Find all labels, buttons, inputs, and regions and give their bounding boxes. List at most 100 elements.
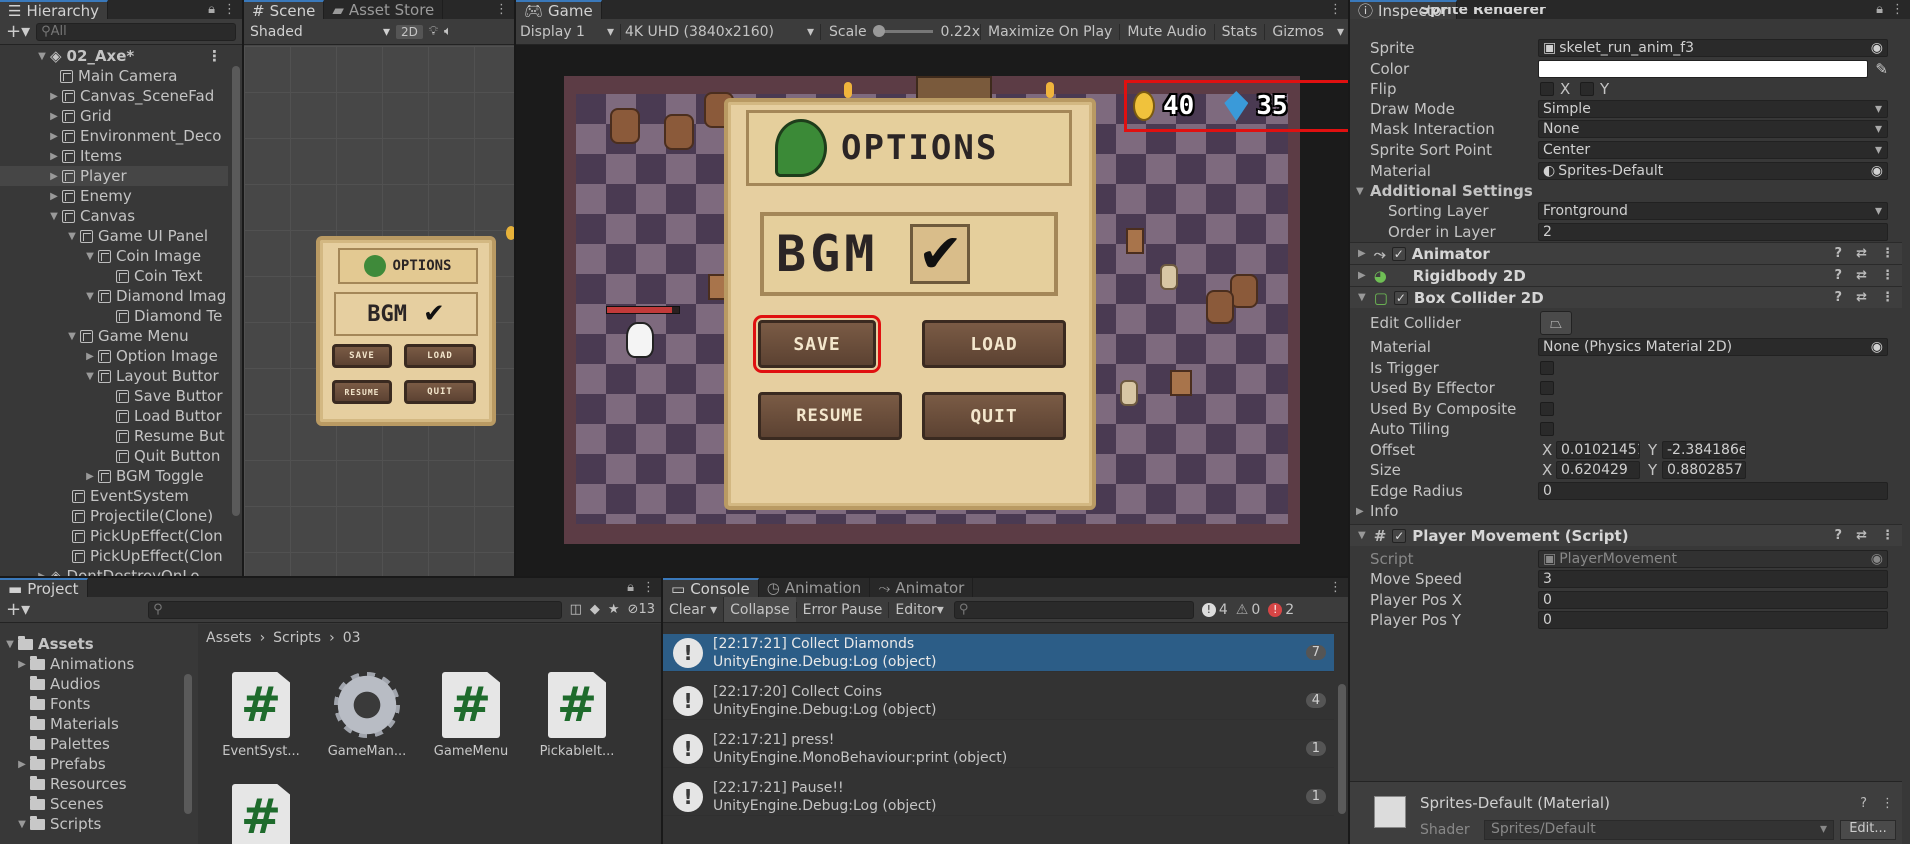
box-collider-enabled-checkbox[interactable]: ✓ (1393, 290, 1408, 305)
editor-dropdown[interactable]: Editor▾ (888, 601, 949, 618)
asset-item[interactable]: # EventSyst... (216, 672, 306, 759)
collapse-toggle[interactable]: Collapse (723, 597, 796, 622)
checkbox[interactable]: ✔ (910, 224, 971, 284)
scale-slider-thumb[interactable] (872, 25, 885, 37)
info-foldout[interactable]: ▶ Info (1350, 501, 1902, 521)
scene-options-panel[interactable]: OPTIONS BGM ✔ SAVE LOAD RESUME QUIT (316, 236, 496, 426)
hierarchy-item[interactable]: PickUpEffect(Clon (0, 526, 228, 546)
quit-button[interactable]: QUIT (922, 392, 1066, 440)
log-entry-selected[interactable]: ! [22:17:21] Collect Diamonds UnityEngine… (663, 634, 1334, 672)
chevron-right-icon[interactable]: ▶ (48, 91, 60, 102)
chevron-right-icon[interactable]: ▶ (84, 471, 96, 482)
save-button[interactable]: SAVE (753, 315, 881, 373)
console-scrollbar[interactable] (1338, 684, 1346, 814)
player-pos-y-input[interactable]: 0 (1538, 611, 1888, 629)
breadcrumb-item[interactable]: Scripts (273, 630, 321, 646)
asset-item[interactable]: GameMan... (322, 672, 412, 759)
used-by-composite-checkbox[interactable] (1540, 402, 1554, 416)
kebab-menu-icon[interactable]: ⋮ (1881, 246, 1894, 261)
player-pos-x-input[interactable]: 0 (1538, 591, 1888, 609)
hierarchy-item[interactable]: ▼ Game Menu (0, 326, 228, 346)
tab-asset-store[interactable]: ▰ Asset Store (324, 0, 444, 19)
chevron-down-icon[interactable]: ▼ (16, 819, 28, 830)
chevron-right-icon[interactable]: ▶ (48, 151, 60, 162)
folder-item[interactable]: ▼ Scripts (0, 814, 196, 834)
animator-header[interactable]: ▶ ⤳ ✓ Animator ? ⇄ ⋮ (1350, 242, 1902, 264)
scene-root[interactable]: ▼ ◈ 02_Axe* ⋮ (0, 46, 228, 66)
log-filter[interactable]: ! 4 (1201, 602, 1228, 618)
tab-console[interactable]: ▭ Console (663, 578, 759, 598)
audio-icon[interactable]: 🔈︎ (444, 24, 452, 39)
error-filter[interactable]: ! 2 (1268, 602, 1294, 618)
asset-item[interactable]: # (216, 784, 306, 844)
gizmos-toggle[interactable]: Gizmos (1264, 23, 1331, 40)
tab-project[interactable]: ▬ Project (0, 578, 88, 598)
hierarchy-item-selected[interactable]: ▶ Player (0, 166, 228, 186)
shader-edit-button[interactable]: Edit... (1840, 820, 1896, 840)
edit-collider-button[interactable]: ⏢ (1540, 311, 1572, 335)
chevron-down-icon[interactable]: ▼ (66, 231, 78, 242)
chevron-down-icon[interactable]: ▼ (84, 291, 96, 302)
display-dropdown[interactable]: Display 1 ▾ (520, 24, 620, 40)
log-entry[interactable]: ! [22:17:20] Collect Coins UnityEngine.De… (663, 682, 1334, 720)
lock-icon[interactable]: 🔒︎ (627, 580, 634, 595)
preset-icon[interactable]: ⇄ (1856, 246, 1867, 261)
kebab-menu-icon[interactable]: ⋮ (1329, 2, 1342, 17)
object-picker-icon[interactable]: ◉ (1871, 163, 1883, 179)
help-icon[interactable]: ? (1835, 246, 1843, 261)
hierarchy-item[interactable]: PickUpEffect(Clon (0, 546, 228, 566)
tab-game[interactable]: 🎮︎ Game (516, 0, 602, 20)
order-in-layer-input[interactable]: 2 (1538, 223, 1888, 241)
chevron-down-icon[interactable]: ▼ (4, 639, 16, 650)
clear-button[interactable]: Clear ▾ (663, 602, 723, 618)
tab-hierarchy[interactable]: ☰ Hierarchy (0, 0, 108, 20)
hierarchy-item[interactable]: EventSystem (0, 486, 228, 506)
add-icon[interactable]: +▾ (6, 21, 30, 42)
offset-x-input[interactable]: 0.01021451 (1556, 441, 1640, 459)
filter-type-icon[interactable]: ◫ (570, 602, 582, 617)
player-movement-enabled-checkbox[interactable]: ✓ (1392, 528, 1407, 543)
hierarchy-item[interactable]: Projectile(Clone) (0, 506, 228, 526)
project-search-input[interactable]: ⚲ (148, 600, 562, 619)
mute-audio-toggle[interactable]: Mute Audio (1119, 23, 1213, 40)
log-entry[interactable]: ! [22:17:21] press! UnityEngine.MonoBehav… (663, 730, 1334, 768)
chevron-right-icon[interactable]: ▶ (36, 571, 48, 577)
chevron-down-icon[interactable]: ▼ (36, 51, 48, 62)
chevron-right-icon[interactable]: ▶ (48, 111, 60, 122)
help-icon[interactable]: ? (1860, 796, 1867, 811)
player-movement-header[interactable]: ▼ # ✓ Player Movement (Script) ? ⇄ ⋮ (1350, 524, 1902, 546)
rigidbody-header[interactable]: ▶ ◕ Rigidbody 2D ? ⇄ ⋮ (1350, 264, 1902, 286)
resume-button[interactable]: RESUME (758, 392, 902, 440)
offset-y-input[interactable]: -2.384186e (1662, 441, 1746, 459)
additional-settings-foldout[interactable]: ▼ Additional Settings (1350, 181, 1902, 201)
help-icon[interactable]: ? (1835, 528, 1843, 543)
chevron-down-icon[interactable]: ▾ (1337, 24, 1344, 40)
label-icon[interactable]: ◆ (590, 602, 600, 617)
hierarchy-item[interactable]: ▶ ◈ DontDestroyOnLo (0, 566, 228, 576)
scale-slider[interactable] (872, 25, 933, 37)
preset-icon[interactable]: ⇄ (1856, 528, 1867, 543)
resolution-dropdown[interactable]: 4K UHD (3840x2160) ▾ (620, 23, 820, 40)
hierarchy-search-input[interactable]: ⚲ All (36, 22, 236, 41)
hierarchy-item[interactable]: ▶ Grid (0, 106, 228, 126)
object-picker-icon[interactable]: ◉ (1871, 339, 1883, 355)
kebab-menu-icon[interactable]: ⋮ (1329, 580, 1342, 595)
kebab-menu-icon[interactable]: ⋮ (495, 2, 508, 17)
hidden-packages-icon[interactable]: ⊘13 (628, 602, 655, 617)
hierarchy-item[interactable]: ▶ Option Image (0, 346, 228, 366)
warning-filter[interactable]: ⚠ 0 (1236, 602, 1260, 618)
used-by-effector-checkbox[interactable] (1540, 381, 1554, 395)
lock-icon[interactable]: 🔒︎ (208, 2, 215, 17)
asset-item[interactable]: # PickableIt... (532, 672, 622, 759)
preset-icon[interactable]: ⇄ (1856, 290, 1867, 305)
game-canvas[interactable]: OPTIONS BGM ✔ SAVE LOAD RESUME QUIT 40 3… (564, 76, 1348, 544)
hierarchy-item[interactable]: ▼ Layout Buttor (0, 366, 228, 386)
size-x-input[interactable]: 0.620429 (1556, 461, 1640, 479)
is-trigger-checkbox[interactable] (1540, 361, 1554, 375)
hierarchy-item[interactable]: ▼ Canvas (0, 206, 228, 226)
mask-interaction-dropdown[interactable]: None (1538, 120, 1888, 138)
chevron-right-icon[interactable]: ▶ (48, 131, 60, 142)
hierarchy-scrollbar[interactable] (232, 66, 240, 516)
help-icon[interactable]: ? (1835, 290, 1843, 305)
tab-scene[interactable]: # Scene (244, 0, 325, 20)
